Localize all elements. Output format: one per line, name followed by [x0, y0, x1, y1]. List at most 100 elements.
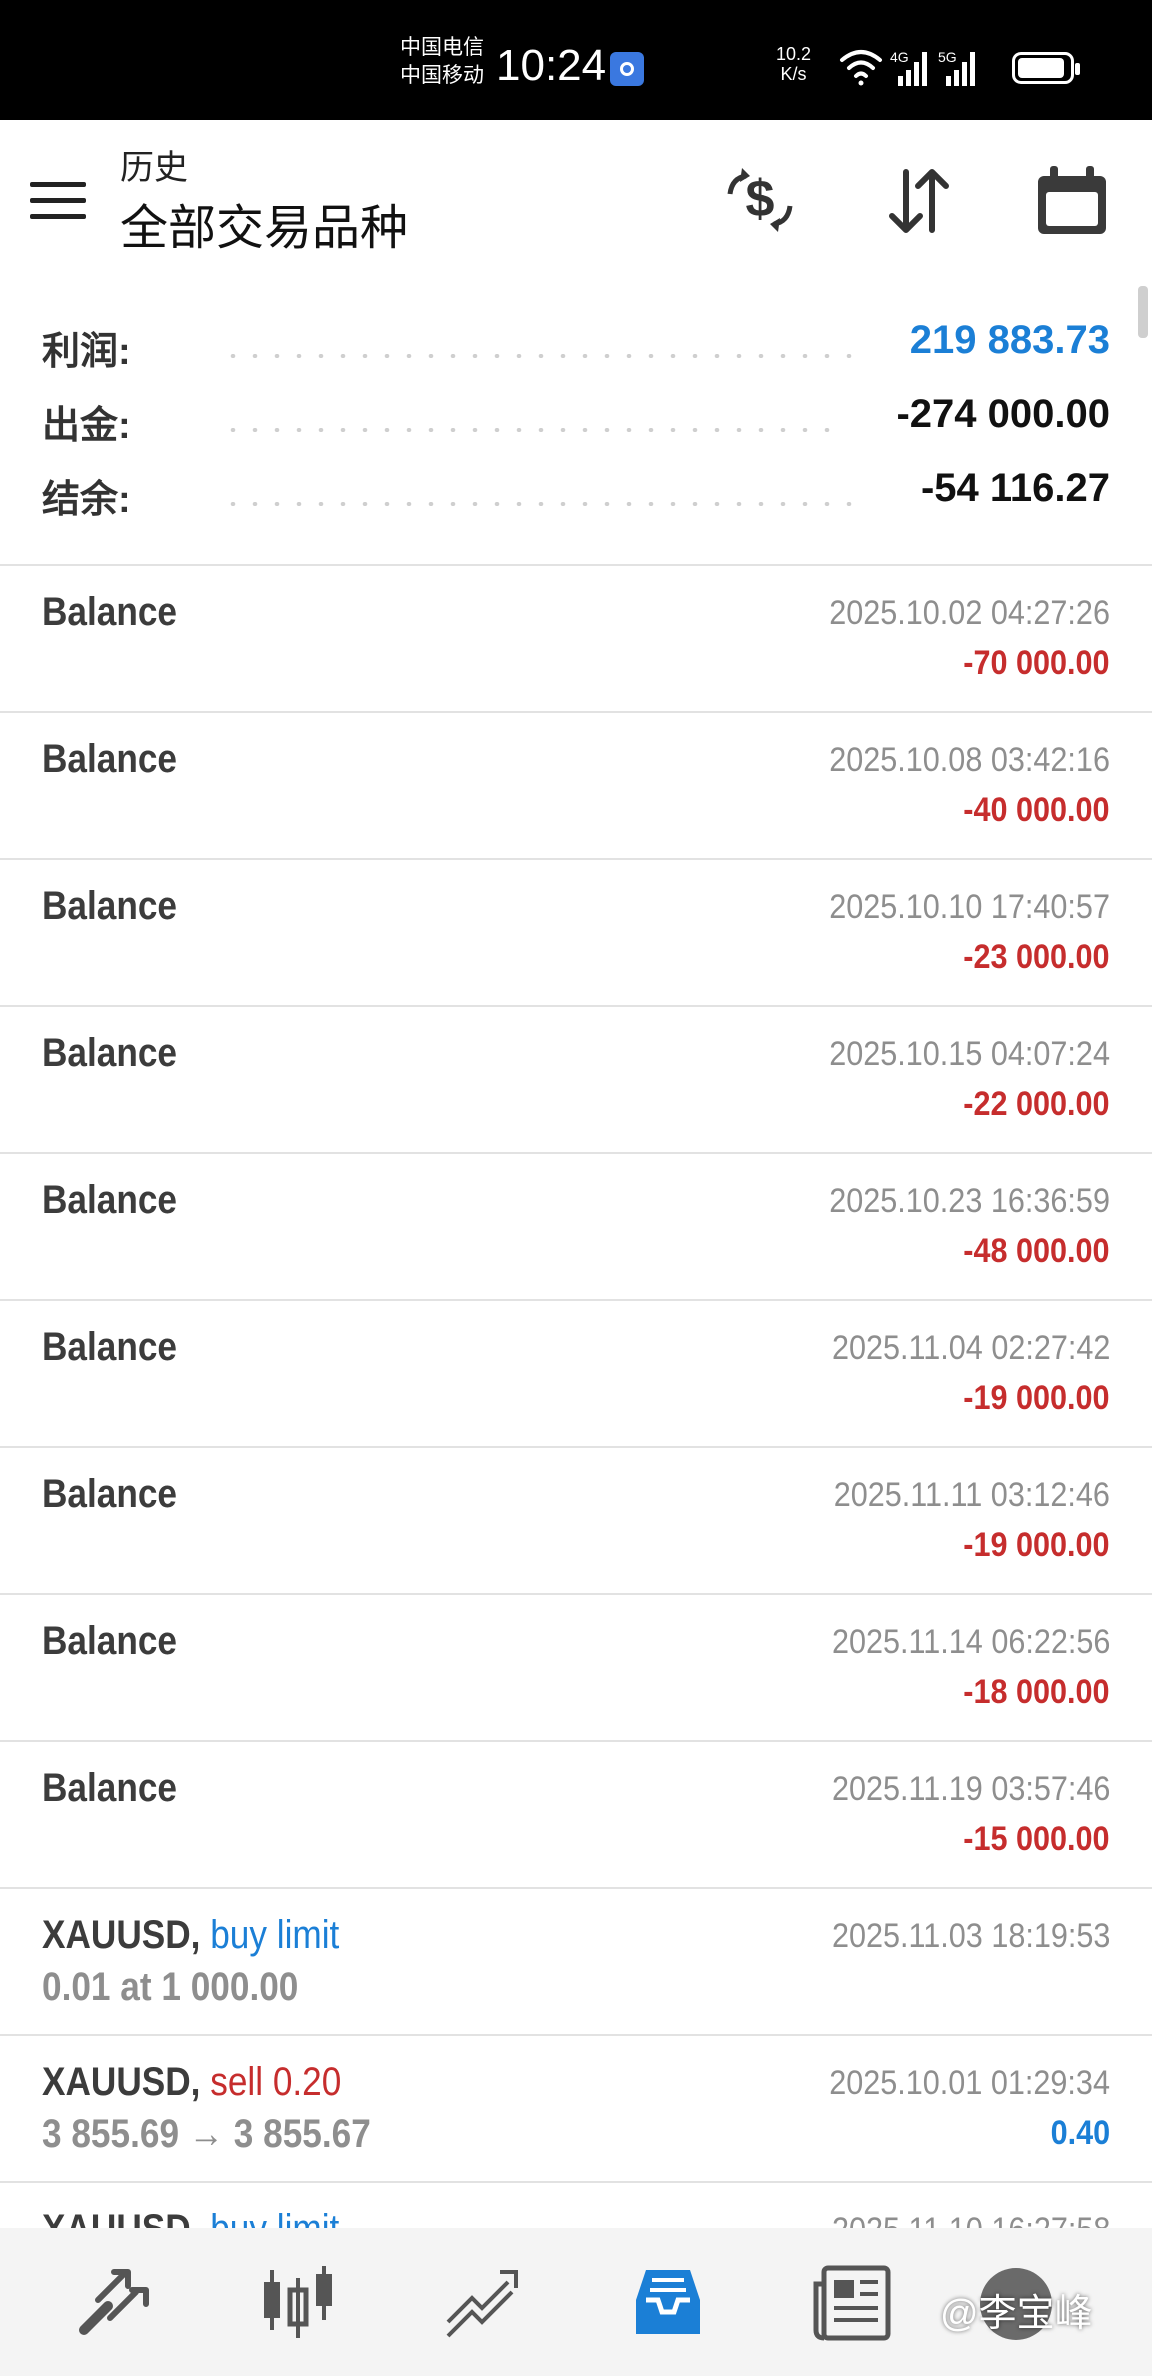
item-time: 2025.11.03 18:19:53 — [831, 1917, 1110, 1955]
item-amount: -70 000.00 — [963, 644, 1110, 682]
item-amount: -18 000.00 — [963, 1673, 1110, 1711]
dot-leader — [222, 502, 852, 506]
summary-value: 219 883.73 — [909, 318, 1110, 362]
order-type: buy limit — [210, 1913, 340, 1957]
menu-button[interactable] — [30, 182, 88, 222]
app-header: 历史 全部交易品种 $ — [0, 120, 1152, 280]
list-item[interactable]: Balance 2025.11.04 02:27:42 -19 000.00 — [0, 1301, 1152, 1448]
item-amount: -19 000.00 — [963, 1526, 1110, 1564]
carrier-info: 中国电信 中国移动 — [400, 34, 484, 90]
carrier-2: 中国移动 — [400, 64, 484, 87]
item-time: 2025.11.04 02:27:42 — [831, 1329, 1110, 1367]
item-symbol: Balance — [42, 1325, 178, 1369]
quotes-icon — [79, 2269, 149, 2335]
list-item[interactable]: Balance 2025.10.23 16:36:59 -48 000.00 — [0, 1154, 1152, 1301]
signal-4g-icon: 4G — [890, 49, 927, 86]
nav-history[interactable] — [626, 2260, 710, 2344]
list-item[interactable]: Balance 2025.10.02 04:27:26 -70 000.00 — [0, 566, 1152, 713]
item-time: 2025.11.11 03:12:46 — [833, 1476, 1110, 1514]
item-amount: -19 000.00 — [963, 1379, 1110, 1417]
order-detail: 0.01 at 1 000.00 — [42, 1965, 299, 2009]
item-time: 2025.10.01 01:29:34 — [829, 2064, 1110, 2102]
item-time: 2025.11.10 16:27:58 — [832, 2211, 1110, 2228]
battery-icon — [1012, 52, 1080, 84]
item-time: 2025.10.15 04:07:24 — [829, 1035, 1110, 1073]
sort-button[interactable] — [878, 160, 958, 240]
menu-icon — [30, 182, 86, 187]
item-symbol: XAUUSD, sell 0.20 — [42, 2060, 342, 2104]
sort-icon — [889, 169, 949, 233]
item-symbol: Balance — [42, 1031, 178, 1075]
item-amount: 0.40 — [1050, 2114, 1110, 2152]
calendar-icon — [1038, 166, 1106, 234]
svg-text:4G: 4G — [890, 49, 909, 65]
currency-exchange-icon: $ — [727, 168, 793, 232]
trade-icon — [446, 2270, 518, 2338]
bottom-navigation: @李宝峰 — [0, 2228, 1152, 2376]
chart-icon — [264, 2266, 332, 2338]
order-type: buy limit — [210, 2207, 339, 2228]
news-icon — [813, 2265, 891, 2341]
dot-leader — [222, 428, 832, 432]
history-summary: 利润: 219 883.73 出金: -274 000.00 结余: -54 1… — [0, 300, 1152, 566]
item-time: 2025.10.23 16:36:59 — [829, 1182, 1110, 1220]
summary-row-profit: 利润: 219 883.73 — [0, 300, 1152, 374]
item-amount: -15 000.00 — [963, 1820, 1110, 1858]
item-symbol: Balance — [42, 1472, 178, 1516]
history-list[interactable]: Balance 2025.10.02 04:27:26 -70 000.00 B… — [0, 566, 1152, 2228]
item-time: 2025.11.14 06:22:56 — [831, 1623, 1110, 1661]
signal-5g-icon: 5G — [938, 49, 975, 86]
clock: 10:24 — [496, 41, 607, 90]
item-symbol: Balance — [42, 1619, 178, 1663]
network-speed: 10.2 K/s — [776, 44, 812, 84]
nav-news[interactable] — [810, 2260, 894, 2344]
summary-label: 结余: — [42, 479, 131, 521]
order-detail: 3 855.69 → 3 855.67 — [42, 2112, 371, 2156]
item-amount: -40 000.00 — [963, 791, 1110, 829]
scrollbar[interactable] — [1138, 286, 1148, 338]
summary-value: -54 116.27 — [920, 466, 1110, 510]
list-item[interactable]: Balance 2025.11.14 06:22:56 -18 000.00 — [0, 1595, 1152, 1742]
list-item[interactable]: Balance 2025.11.11 03:12:46 -19 000.00 — [0, 1448, 1152, 1595]
list-item[interactable]: Balance 2025.10.15 04:07:24 -22 000.00 — [0, 1007, 1152, 1154]
item-symbol: Balance — [42, 884, 178, 928]
calendar-button[interactable] — [1032, 160, 1112, 240]
wifi-icon — [840, 50, 882, 86]
item-time: 2025.10.08 03:42:16 — [829, 741, 1110, 779]
currency-exchange-button[interactable]: $ — [720, 160, 800, 240]
item-symbol: XAUUSD, buy limit — [42, 2207, 339, 2228]
symbol-filter[interactable]: 全部交易品种 — [120, 200, 408, 258]
svg-text:$: $ — [746, 170, 775, 228]
list-item[interactable]: Balance 2025.10.10 17:40:57 -23 000.00 — [0, 860, 1152, 1007]
watermark: @李宝峰 — [940, 2293, 1093, 2335]
history-icon — [636, 2270, 700, 2334]
item-amount: -48 000.00 — [963, 1232, 1110, 1270]
svg-text:5G: 5G — [938, 49, 957, 65]
nav-trade[interactable] — [442, 2260, 526, 2344]
item-symbol: Balance — [42, 1178, 178, 1222]
list-item[interactable]: XAUUSD, sell 0.20 3 855.69 → 3 855.67 20… — [0, 2036, 1152, 2183]
summary-row-balance: 结余: -54 116.27 — [0, 448, 1152, 522]
nav-quotes[interactable] — [74, 2260, 158, 2344]
list-item[interactable]: XAUUSD, buy limit 0.01 at 1 000.00 2025.… — [0, 1889, 1152, 2036]
order-type: sell 0.20 — [210, 2060, 342, 2104]
item-amount: -22 000.00 — [963, 1085, 1110, 1123]
summary-label: 利润: — [42, 331, 131, 373]
item-time: 2025.11.19 03:57:46 — [831, 1770, 1110, 1808]
item-amount: -23 000.00 — [963, 938, 1110, 976]
status-bar: 中国电信 中国移动 10:24 10.2 K/s 4G 5G — [0, 0, 1152, 120]
summary-value: -274 000.00 — [896, 392, 1110, 436]
item-time: 2025.10.10 17:40:57 — [829, 888, 1110, 926]
app-notification-icon — [610, 52, 644, 86]
item-symbol: Balance — [42, 590, 178, 634]
summary-row-withdrawal: 出金: -274 000.00 — [0, 374, 1152, 448]
dot-leader — [222, 354, 852, 358]
list-item[interactable]: Balance 2025.11.19 03:57:46 -15 000.00 — [0, 1742, 1152, 1889]
item-symbol: XAUUSD, buy limit — [42, 1913, 340, 1957]
summary-label: 出金: — [42, 405, 131, 447]
list-item[interactable]: XAUUSD, buy limit 2025.11.10 16:27:58 — [0, 2183, 1152, 2228]
nav-chart[interactable] — [256, 2260, 340, 2344]
item-symbol: Balance — [42, 1766, 178, 1810]
list-item[interactable]: Balance 2025.10.08 03:42:16 -40 000.00 — [0, 713, 1152, 860]
page-title: 历史 — [120, 149, 188, 187]
